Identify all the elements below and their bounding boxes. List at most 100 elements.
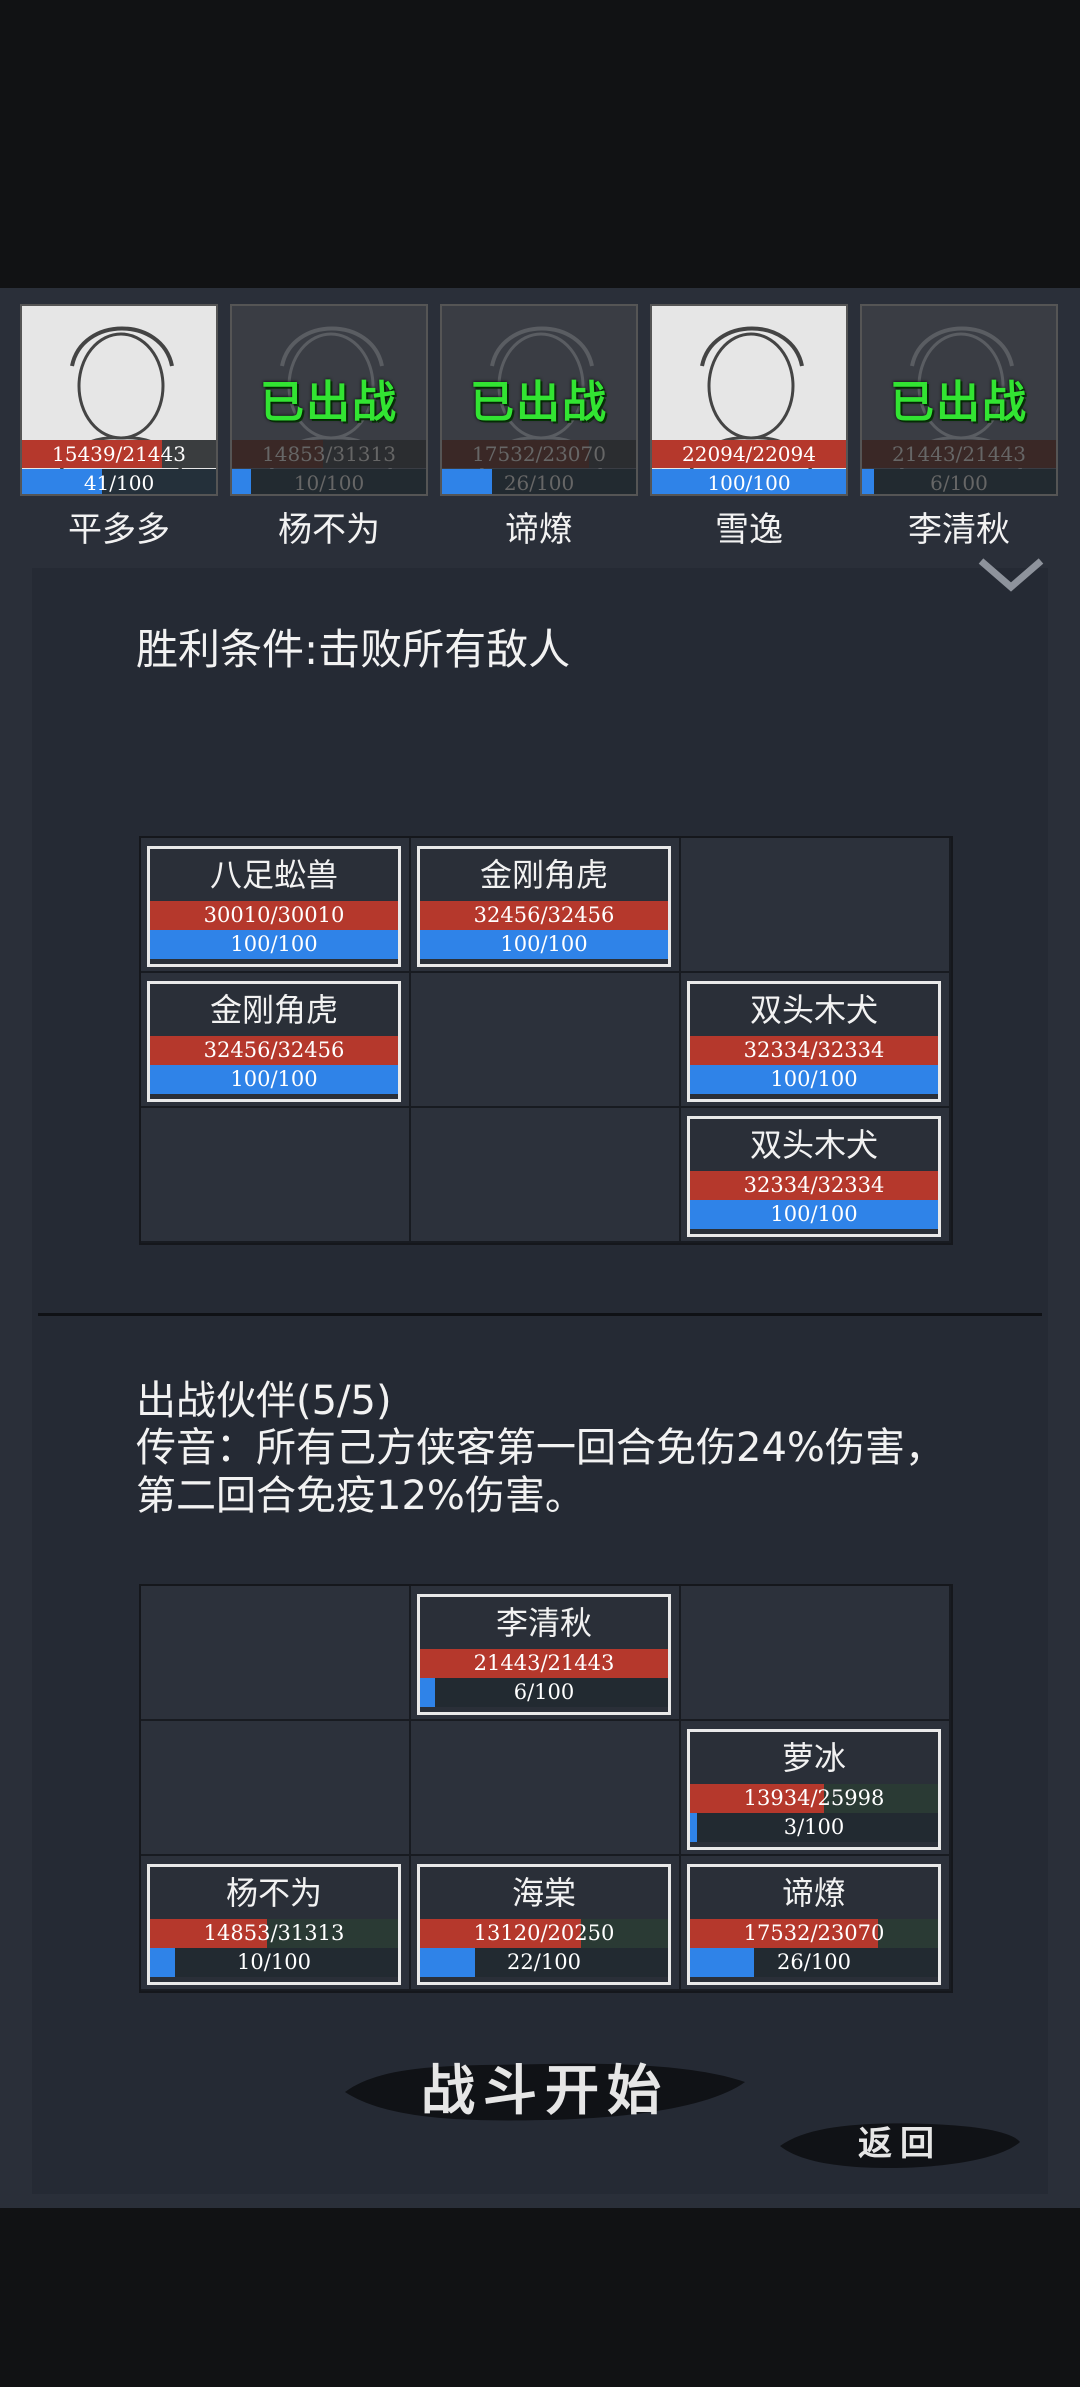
grid-cell[interactable]: 谛燎 17532/23070 26/100 bbox=[681, 1856, 949, 1989]
unit-mp-bar: 100/100 bbox=[420, 930, 668, 959]
hero-mp-text: 6/100 bbox=[930, 471, 988, 495]
unit-card[interactable]: 海棠 13120/20250 22/100 bbox=[417, 1864, 671, 1985]
unit-hp-text: 17532/23070 bbox=[743, 1921, 885, 1945]
unit-mp-text: 6/100 bbox=[513, 1680, 575, 1704]
unit-mp-text: 100/100 bbox=[770, 1067, 858, 1091]
roster-hero[interactable]: 15439/21443 41/100 平多多 bbox=[20, 304, 218, 551]
unit-hp-text: 14853/31313 bbox=[203, 1921, 345, 1945]
grid-cell[interactable] bbox=[411, 1108, 679, 1241]
hero-mp-bar: 26/100 bbox=[442, 469, 636, 495]
hero-mp-bar: 10/100 bbox=[232, 469, 426, 495]
deployed-badge: 已出战 bbox=[260, 377, 398, 428]
hero-mp-text: 10/100 bbox=[293, 471, 365, 495]
grid-cell[interactable]: 八足蚣兽 30010/30010 100/100 bbox=[141, 838, 409, 971]
hero-name: 谛燎 bbox=[505, 510, 573, 550]
unit-mp-text: 3/100 bbox=[783, 1815, 845, 1839]
roster-hero[interactable]: 14853/31313 10/100 已出战杨不为 bbox=[230, 304, 428, 551]
roster-hero[interactable]: 17532/23070 26/100 已出战谛燎 bbox=[440, 304, 638, 551]
unit-hp-bar: 13120/20250 bbox=[420, 1919, 668, 1948]
deployed-badge: 已出战 bbox=[470, 377, 608, 428]
unit-name: 金刚角虎 bbox=[209, 991, 338, 1029]
unit-mp-bar: 3/100 bbox=[690, 1813, 938, 1842]
hero-portrait[interactable]: 22094/22094 100/100 bbox=[650, 304, 848, 496]
unit-mp-bar: 100/100 bbox=[150, 930, 398, 959]
grid-cell[interactable]: 双头木犬 32334/32334 100/100 bbox=[681, 973, 949, 1106]
unit-mp-bar: 26/100 bbox=[690, 1948, 938, 1977]
grid-cell[interactable] bbox=[681, 838, 949, 971]
grid-cell[interactable] bbox=[681, 1586, 949, 1719]
start-battle-button[interactable]: 战斗开始 bbox=[345, 2052, 745, 2128]
hero-portrait[interactable]: 17532/23070 26/100 已出战 bbox=[440, 304, 638, 496]
unit-hp-text: 32456/32456 bbox=[473, 903, 615, 927]
grid-cell[interactable] bbox=[411, 1721, 679, 1854]
unit-name: 谛燎 bbox=[781, 1874, 846, 1912]
hero-roster[interactable]: 15439/21443 41/100 平多多 14853/31313 10/100 已出战… bbox=[20, 304, 1080, 554]
collapse-chevron-icon[interactable] bbox=[975, 555, 1047, 595]
roster-hero[interactable]: 22094/22094 100/100 雪逸 bbox=[650, 304, 848, 551]
unit-card[interactable]: 李清秋 21443/21443 6/100 bbox=[417, 1594, 671, 1715]
unit-card[interactable]: 谛燎 17532/23070 26/100 bbox=[687, 1864, 941, 1985]
top-black-bar bbox=[0, 0, 1080, 288]
unit-hp-text: 32334/32334 bbox=[743, 1038, 885, 1062]
grid-cell[interactable]: 金刚角虎 32456/32456 100/100 bbox=[141, 973, 409, 1106]
grid-cell[interactable]: 海棠 13120/20250 22/100 bbox=[411, 1856, 679, 1989]
unit-hp-bar: 32334/32334 bbox=[690, 1036, 938, 1065]
unit-mp-bar: 100/100 bbox=[690, 1200, 938, 1229]
section-divider bbox=[38, 1313, 1042, 1316]
hero-portrait[interactable]: 15439/21443 41/100 bbox=[20, 304, 218, 496]
grid-cell[interactable]: 双头木犬 32334/32334 100/100 bbox=[681, 1108, 949, 1241]
unit-card[interactable]: 双头木犬 32334/32334 100/100 bbox=[687, 981, 941, 1102]
hero-hp-bar: 21443/21443 bbox=[862, 440, 1056, 468]
hero-hp-text: 15439/21443 bbox=[52, 442, 186, 466]
hero-hp-bar: 14853/31313 bbox=[232, 440, 426, 468]
unit-name: 李清秋 bbox=[495, 1604, 592, 1642]
hero-hp-bar: 22094/22094 bbox=[652, 440, 846, 468]
unit-name: 金刚角虎 bbox=[479, 856, 608, 894]
unit-hp-bar: 30010/30010 bbox=[150, 901, 398, 930]
party-formation-grid[interactable]: 李清秋 21443/21443 6/100 萝冰 13934/25998 3/100 杨不为… bbox=[139, 1584, 953, 1993]
hero-hp-bar: 17532/23070 bbox=[442, 440, 636, 468]
unit-hp-bar: 32456/32456 bbox=[150, 1036, 398, 1065]
unit-card[interactable]: 八足蚣兽 30010/30010 100/100 bbox=[147, 846, 401, 967]
hero-name: 杨不为 bbox=[278, 510, 380, 550]
unit-name: 杨不为 bbox=[225, 1874, 322, 1912]
hero-name: 雪逸 bbox=[715, 510, 783, 550]
back-button[interactable]: 返回 bbox=[780, 2112, 1020, 2176]
unit-hp-bar: 14853/31313 bbox=[150, 1919, 398, 1948]
hero-portrait[interactable]: 21443/21443 6/100 已出战 bbox=[860, 304, 1058, 496]
unit-card[interactable]: 金刚角虎 32456/32456 100/100 bbox=[417, 846, 671, 967]
hero-mp-bar: 41/100 bbox=[22, 469, 216, 494]
roster-hero[interactable]: 21443/21443 6/100 已出战 李清秋 bbox=[860, 304, 1058, 551]
hero-portrait[interactable]: 14853/31313 10/100 已出战 bbox=[230, 304, 428, 496]
grid-cell[interactable]: 萝冰 13934/25998 3/100 bbox=[681, 1721, 949, 1854]
hero-mp-text: 100/100 bbox=[707, 471, 791, 495]
grid-cell[interactable] bbox=[141, 1721, 409, 1854]
party-title: 出战伙伴(5/5) bbox=[136, 1378, 392, 1424]
grid-cell[interactable] bbox=[141, 1108, 409, 1241]
unit-mp-bar: 6/100 bbox=[420, 1678, 668, 1707]
hero-mp-text: 26/100 bbox=[503, 471, 575, 495]
grid-cell[interactable]: 杨不为 14853/31313 10/100 bbox=[141, 1856, 409, 1989]
grid-cell[interactable] bbox=[141, 1586, 409, 1719]
unit-hp-bar: 32334/32334 bbox=[690, 1171, 938, 1200]
unit-hp-text: 30010/30010 bbox=[203, 903, 345, 927]
unit-mp-text: 100/100 bbox=[500, 932, 588, 956]
unit-hp-text: 32334/32334 bbox=[743, 1173, 885, 1197]
hero-name: 平多多 bbox=[68, 510, 170, 550]
hero-hp-bar: 15439/21443 bbox=[22, 440, 216, 468]
deployed-badge: 已出战 bbox=[890, 377, 1028, 428]
unit-card[interactable]: 双头木犬 32334/32334 100/100 bbox=[687, 1116, 941, 1237]
unit-name: 海棠 bbox=[511, 1874, 576, 1912]
victory-condition: 胜利条件:击败所有敌人 bbox=[136, 625, 571, 674]
unit-card[interactable]: 萝冰 13934/25998 3/100 bbox=[687, 1729, 941, 1850]
unit-hp-bar: 21443/21443 bbox=[420, 1649, 668, 1678]
unit-card[interactable]: 金刚角虎 32456/32456 100/100 bbox=[147, 981, 401, 1102]
unit-name: 萝冰 bbox=[781, 1739, 846, 1777]
start-battle-label: 战斗开始 bbox=[421, 2058, 669, 2122]
grid-cell[interactable]: 金刚角虎 32456/32456 100/100 bbox=[411, 838, 679, 971]
unit-name: 双头木犬 bbox=[749, 991, 878, 1029]
grid-cell[interactable]: 李清秋 21443/21443 6/100 bbox=[411, 1586, 679, 1719]
unit-card[interactable]: 杨不为 14853/31313 10/100 bbox=[147, 1864, 401, 1985]
unit-mp-text: 10/100 bbox=[237, 1950, 311, 1974]
grid-cell[interactable] bbox=[411, 973, 679, 1106]
